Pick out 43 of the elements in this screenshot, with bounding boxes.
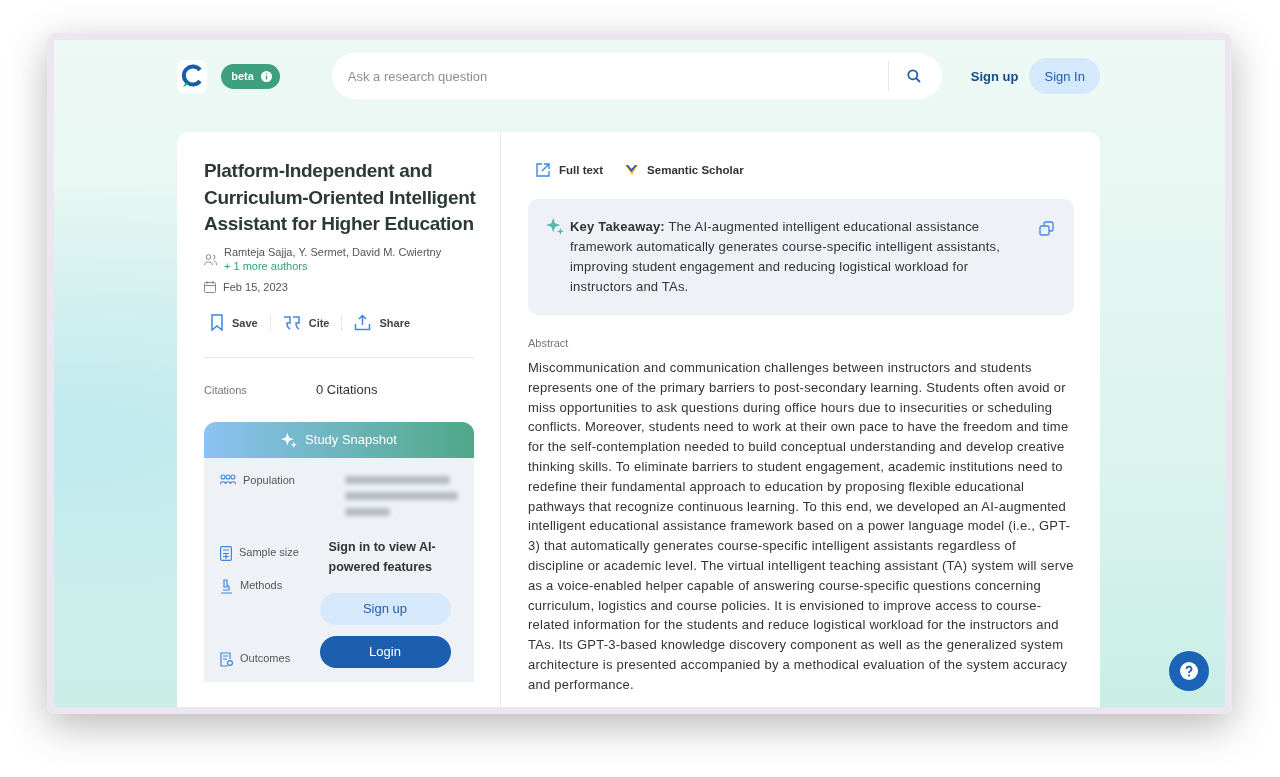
sign-up-button[interactable]: Sign up <box>319 592 451 625</box>
logo-icon[interactable] <box>177 59 208 93</box>
document-icon <box>220 651 233 667</box>
sign-up-link[interactable]: Sign up <box>970 68 1019 84</box>
external-link-icon <box>536 163 550 177</box>
share-button[interactable]: Share <box>354 314 423 331</box>
sign-in-button[interactable]: Sign In <box>1029 58 1100 94</box>
snapshot-label: Outcomes <box>240 651 292 664</box>
abstract-text: Miscommunication and communication challenges between instructors and students represents one of the primary barriers to post-secondary learning. Students often avoid or miss opportunities to ask questions during office hours due to insecurities or scheduling conflicts. Moreover, students need to work at their own pace to have the freedom and time for the self-contemplation needed to build conceptual understanding and develop creative thinking skills. To eliminate barriers to student engagement, academic institutions need to redefine their fundamental approach to education by proposing flexible educational pathways that recognize continuous learning. To this end, we developed an AI-augmented intelligent educational assistance framework based on a power language model (i.e., GPT-3) that automatically generates course-specific intelligent assistants regardless of discipline or academic level. The virtual intelligent teaching assistant (TA) system will serve as a voice-enabled helper capable of answering course-specific questions concerning curriculum, logistics and course policies. It is envisioned to improve access to course-related information for the students and reduce logistical workload for the instructors and TAs. Its GPT-3-based knowledge discovery component as well as the generalized system architecture is presented accompanied by a methodical evaluation of the system accuracy and performance. <box>528 359 1074 694</box>
snapshot-label: Methods <box>240 578 284 591</box>
sparkle-icon <box>281 431 298 448</box>
abstract-label: Abstract <box>528 337 570 349</box>
full-text-link[interactable]: Full text <box>536 163 604 177</box>
sparkle-icon <box>546 217 564 235</box>
share-icon <box>354 314 372 331</box>
search-field[interactable]: Ask a research question <box>331 53 942 99</box>
copy-button[interactable] <box>1039 221 1054 239</box>
calendar-icon <box>204 280 216 293</box>
cite-button[interactable]: Cite <box>282 314 342 331</box>
paper-title: Platform-Independent and Curriculum-Oriented Intelligent Assistant for Higher Education <box>204 159 476 236</box>
calculator-icon <box>220 545 232 561</box>
sign-in-prompt: Sign in to view AI-powered features <box>328 538 437 576</box>
login-button[interactable]: Login <box>319 635 451 668</box>
help-button[interactable] <box>1169 651 1209 691</box>
source-link[interactable]: Semantic Scholar <box>625 163 744 177</box>
microscope-icon <box>220 578 233 594</box>
key-takeaway-text: Key Takeaway: The AI-augmented intelligent educational assistance framework automatically generates course-specific intelligent assistants, improving student engagement and reducing logistical workload for instructors and TAs. <box>570 218 1002 296</box>
info-icon <box>260 70 272 82</box>
people-icon <box>204 253 217 266</box>
quote-icon <box>282 314 301 331</box>
snapshot-title: Study Snapshot <box>305 432 397 447</box>
citations-label: Citations <box>204 383 248 396</box>
bookmark-icon <box>210 314 224 331</box>
authors-text: Ramteja Sajja, Y. Sermet, David M. Cwiertny <box>224 245 442 258</box>
save-button[interactable]: Save <box>210 314 270 331</box>
help-icon <box>1180 662 1198 680</box>
people-icon <box>220 473 236 486</box>
scholar-logo-icon <box>625 164 639 176</box>
publication-date: Feb 15, 2023 <box>223 280 288 293</box>
copy-icon <box>1039 221 1054 236</box>
search-icon <box>907 69 922 83</box>
citations-count: 0 Citations <box>316 382 378 397</box>
snapshot-label: Population <box>243 473 296 486</box>
